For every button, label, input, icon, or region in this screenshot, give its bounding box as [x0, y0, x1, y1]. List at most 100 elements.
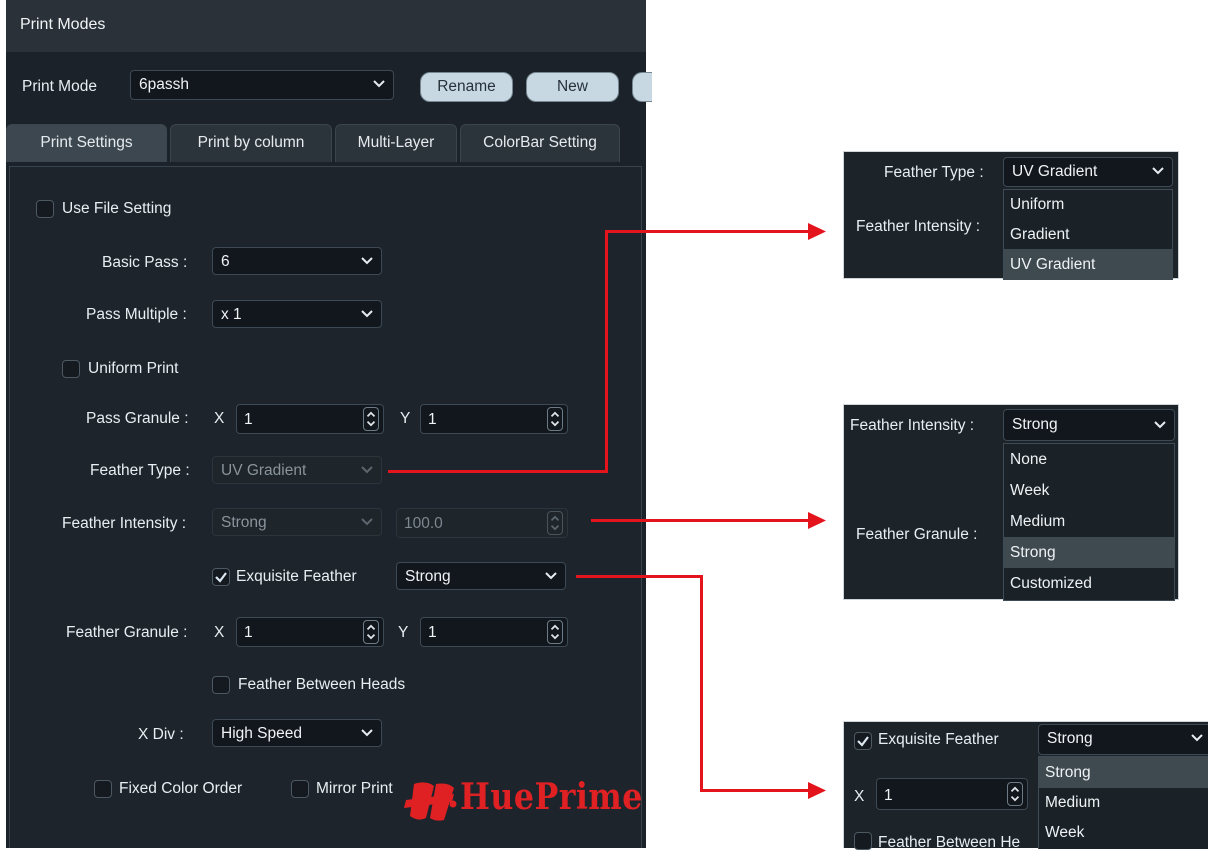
pass-granule-x-input[interactable]: 1 — [236, 404, 384, 434]
option-uv-gradient[interactable]: UV Gradient — [1004, 249, 1172, 280]
new-button[interactable]: New — [526, 72, 619, 102]
inset-feather-type-label: Feather Type : — [884, 164, 984, 181]
chevron-down-icon — [361, 466, 373, 474]
option-gradient[interactable]: Gradient — [1004, 219, 1172, 250]
annotation-line — [388, 470, 608, 473]
window-title: Print Modes — [20, 16, 106, 33]
spinner-arrows-icon[interactable] — [547, 620, 563, 644]
feather-type-value: UV Gradient — [221, 462, 307, 479]
print-mode-select[interactable]: 6passh — [130, 70, 394, 100]
pass-granule-y-value: 1 — [428, 411, 437, 428]
pass-multiple-label: Pass Multiple : — [86, 306, 187, 323]
feather-between-heads-checkbox[interactable] — [212, 676, 230, 694]
chevron-down-icon — [361, 729, 373, 737]
spinner-arrows-icon[interactable] — [363, 407, 379, 431]
x-div-value: High Speed — [221, 725, 303, 742]
option-uniform[interactable]: Uniform — [1004, 189, 1172, 220]
x-div-label: X Div : — [138, 726, 184, 743]
option-medium[interactable]: Medium — [1004, 506, 1174, 537]
feather-type-options-list: Uniform Gradient UV Gradient — [1003, 189, 1173, 280]
option-week[interactable]: Week — [1004, 475, 1174, 506]
fixed-color-order-label: Fixed Color Order — [119, 780, 243, 797]
feather-type-label: Feather Type : — [90, 462, 190, 479]
annotation-line — [591, 519, 811, 522]
checkmark-icon — [857, 736, 869, 747]
pass-granule-y-input[interactable]: 1 — [420, 404, 568, 434]
inset-exquisite-feather-value: Strong — [1047, 730, 1093, 747]
option-customized[interactable]: Customized — [1004, 568, 1174, 599]
pass-granule-label: Pass Granule : — [86, 410, 189, 427]
inset-feather-type-value: UV Gradient — [1012, 163, 1098, 180]
chevron-down-icon — [1152, 167, 1164, 175]
uniform-print-checkbox[interactable] — [62, 360, 80, 378]
exquisite-feather-value: Strong — [405, 568, 451, 585]
inset-exquisite-feather-label: Exquisite Feather — [878, 731, 999, 748]
feather-type-select[interactable]: UV Gradient — [212, 456, 382, 484]
option-none[interactable]: None — [1004, 444, 1174, 475]
tab-colorbar-setting[interactable]: ColorBar Setting — [460, 124, 620, 162]
spinner-arrows-icon[interactable] — [547, 407, 563, 431]
option-week[interactable]: Week — [1039, 817, 1208, 848]
hueprime-logo: HuePrime — [404, 772, 642, 828]
annotation-line — [700, 575, 703, 792]
annotation-line — [605, 230, 608, 473]
tab-print-settings[interactable]: Print Settings — [6, 124, 167, 162]
feather-granule-x-label: X — [214, 624, 225, 641]
arrow-right-icon — [808, 782, 826, 799]
more-button[interactable] — [632, 72, 652, 102]
uniform-print-label: Uniform Print — [88, 360, 179, 377]
feather-intensity-options-list: None Week Medium Strong Customized — [1003, 443, 1175, 601]
inset-x-input[interactable]: 1 — [876, 778, 1028, 810]
inset-feather-between-heads-checkbox[interactable] — [854, 832, 872, 850]
feather-intensity-value: Strong — [221, 514, 267, 531]
spinner-arrows-icon[interactable] — [363, 620, 379, 644]
feather-intensity-label: Feather Intensity : — [62, 515, 187, 532]
use-file-setting-checkbox[interactable] — [36, 200, 54, 218]
feather-granule-x-value: 1 — [244, 624, 253, 641]
mirror-print-checkbox[interactable] — [291, 780, 309, 798]
feather-intensity-dropdown-inset: Feather Intensity : Feather Granule : St… — [843, 404, 1179, 601]
x-div-select[interactable]: High Speed — [212, 719, 382, 747]
inset-x-value: 1 — [884, 787, 893, 804]
feather-between-heads-label: Feather Between Heads — [238, 676, 406, 693]
chevron-down-icon — [361, 518, 373, 526]
inset-feather-between-heads-label: Feather Between He — [878, 834, 1021, 851]
option-medium[interactable]: Medium — [1039, 787, 1208, 818]
inset-feather-type-select[interactable]: UV Gradient — [1003, 157, 1173, 187]
exquisite-feather-select[interactable]: Strong — [396, 562, 566, 590]
basic-pass-label: Basic Pass : — [102, 254, 188, 271]
basic-pass-select[interactable]: 6 — [212, 247, 382, 275]
inset-feather-granule-label: Feather Granule : — [856, 526, 978, 543]
chevron-down-icon — [1191, 734, 1203, 742]
inset-exquisite-feather-checkbox[interactable] — [854, 732, 872, 750]
annotation-line — [700, 789, 811, 792]
exquisite-feather-label: Exquisite Feather — [236, 568, 357, 585]
hueprime-logo-text: HuePrime — [460, 776, 643, 818]
fixed-color-order-checkbox[interactable] — [94, 780, 112, 798]
inset-feather-intensity-select[interactable]: Strong — [1003, 409, 1175, 441]
tab-print-by-column[interactable]: Print by column — [170, 124, 332, 162]
feather-intensity-select[interactable]: Strong — [212, 508, 382, 536]
option-strong[interactable]: Strong — [1004, 537, 1174, 568]
pass-multiple-select[interactable]: x 1 — [212, 300, 382, 328]
chevron-down-icon — [545, 572, 557, 580]
spinner-arrows-icon[interactable] — [1007, 782, 1023, 806]
option-strong[interactable]: Strong — [1039, 757, 1208, 788]
spinner-arrows-icon[interactable] — [547, 511, 563, 535]
chevron-down-icon — [361, 257, 373, 265]
arrow-right-icon — [808, 223, 826, 240]
feather-granule-y-input[interactable]: 1 — [420, 617, 568, 647]
inset-feather-intensity-value: Strong — [1012, 416, 1058, 433]
pass-granule-x-label: X — [214, 410, 225, 427]
feather-granule-y-value: 1 — [428, 624, 437, 641]
tab-multi-layer[interactable]: Multi-Layer — [335, 124, 457, 162]
feather-intensity-number-input[interactable]: 100.0 — [396, 508, 568, 538]
pass-granule-y-label: Y — [400, 410, 411, 427]
feather-type-dropdown-inset: Feather Type : Feather Intensity : UV Gr… — [843, 151, 1179, 280]
rename-button[interactable]: Rename — [420, 72, 513, 102]
inset-feather-intensity-label: Feather Intensity : — [850, 417, 975, 434]
feather-granule-x-input[interactable]: 1 — [236, 617, 384, 647]
exquisite-feather-checkbox[interactable] — [212, 568, 230, 586]
inset-exquisite-feather-select[interactable]: Strong — [1038, 724, 1208, 755]
inset-x-label: X — [854, 788, 865, 805]
